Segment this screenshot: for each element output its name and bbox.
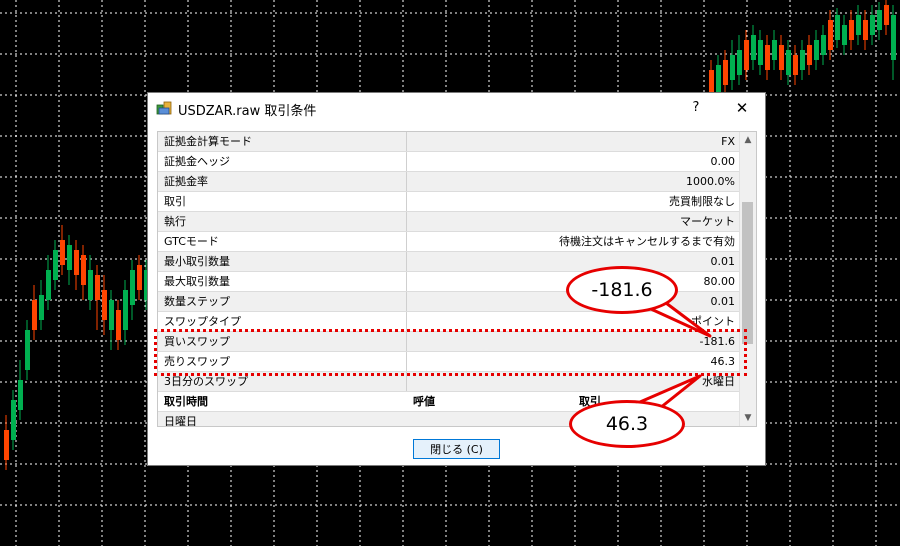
property-value: マーケット [680, 215, 735, 228]
candle-body [737, 50, 742, 75]
property-row[interactable]: 執行 マーケット [158, 212, 741, 232]
property-row[interactable]: 証拠金計算モード FX [158, 132, 741, 152]
candle-body [884, 5, 889, 25]
candle-body [779, 45, 784, 70]
property-value: FX [721, 135, 735, 148]
candle-body [835, 15, 840, 40]
candle-body [88, 270, 93, 300]
candle-body [821, 35, 826, 55]
candle-body [730, 55, 735, 80]
candle-body [828, 20, 833, 50]
candle-body [123, 290, 128, 330]
vertical-scrollbar[interactable]: ▲ ▼ [739, 132, 756, 426]
property-value: 待機注文はキャンセルするまで有効 [559, 235, 735, 248]
candle-body [758, 40, 763, 65]
scrollbar-thumb[interactable] [742, 202, 753, 344]
property-name: 執行 [158, 212, 407, 231]
candle-body [870, 15, 875, 35]
session-column-header: 取引時間 [164, 395, 208, 408]
buy-swap-callout: -181.6 [566, 266, 678, 314]
dialog-titlebar[interactable]: USDZAR.raw 取引条件 ? ✕ [148, 93, 765, 123]
candle-body [814, 40, 819, 60]
candle-body [765, 45, 770, 70]
candle-body [109, 300, 114, 330]
session-column-header: 呼値 [413, 395, 435, 408]
candle-body [856, 15, 861, 35]
candle-body [849, 20, 854, 40]
candle-body [39, 295, 44, 320]
property-row[interactable]: 取引 売買制限なし [158, 192, 741, 212]
candle-body [716, 65, 721, 95]
scroll-down-arrow-icon[interactable]: ▼ [740, 410, 756, 426]
property-name: 最大取引数量 [158, 272, 407, 291]
property-row[interactable]: 最小取引数量 0.01 [158, 252, 741, 272]
property-name: 取引 [158, 192, 407, 211]
dialog-title: USDZAR.raw 取引条件 [178, 104, 317, 119]
candle-body [18, 380, 23, 410]
candle-body [744, 40, 749, 70]
property-value: 0.00 [710, 155, 736, 168]
candle-body [95, 275, 100, 300]
candle-body [800, 50, 805, 70]
candle-body [772, 40, 777, 60]
candle-body [11, 400, 16, 440]
swap-rows-highlight [154, 329, 747, 376]
property-name: GTCモード [158, 232, 407, 251]
candle-body [60, 240, 65, 265]
property-name: 証拠金率 [158, 172, 407, 191]
candle-body [67, 245, 72, 270]
candle-body [891, 15, 896, 60]
candle-body [723, 60, 728, 85]
candle-body [74, 250, 79, 275]
candle-body [4, 430, 9, 460]
property-value: 売買制限なし [669, 195, 735, 208]
property-row[interactable]: 証拠金率 1000.0% [158, 172, 741, 192]
property-name: 最小取引数量 [158, 252, 407, 271]
candle-body [807, 45, 812, 65]
session-day: 日曜日 [164, 415, 197, 427]
candle-body [137, 265, 142, 290]
property-row[interactable]: GTCモード 待機注文はキャンセルするまで有効 [158, 232, 741, 252]
candle-body [46, 270, 51, 300]
candle-body [863, 20, 868, 40]
close-button[interactable]: 閉じる (C) [413, 439, 500, 459]
scroll-up-arrow-icon[interactable]: ▲ [740, 132, 756, 148]
candle-body [81, 255, 86, 285]
sell-swap-callout: 46.3 [569, 400, 685, 448]
candle-body [877, 10, 882, 30]
candle-body [842, 25, 847, 45]
property-row[interactable]: 証拠金ヘッジ 0.00 [158, 152, 741, 172]
candle-body [116, 310, 121, 340]
candle-body [25, 330, 30, 370]
candle-body [751, 35, 756, 60]
candle-body [786, 50, 791, 75]
property-value: 1000.0% [686, 175, 735, 188]
terminal-app-icon [156, 101, 172, 115]
candle-body [32, 300, 37, 330]
property-name: 証拠金ヘッジ [158, 152, 407, 171]
candle-body [130, 270, 135, 305]
property-name: 証拠金計算モード [158, 132, 407, 151]
close-icon[interactable]: ✕ [731, 97, 753, 119]
candle-body [53, 250, 58, 280]
property-value: 0.01 [710, 255, 736, 268]
property-name: 数量ステップ [158, 292, 407, 311]
help-button[interactable]: ? [685, 97, 707, 119]
candle-body [102, 290, 107, 320]
candle-body [793, 55, 798, 75]
